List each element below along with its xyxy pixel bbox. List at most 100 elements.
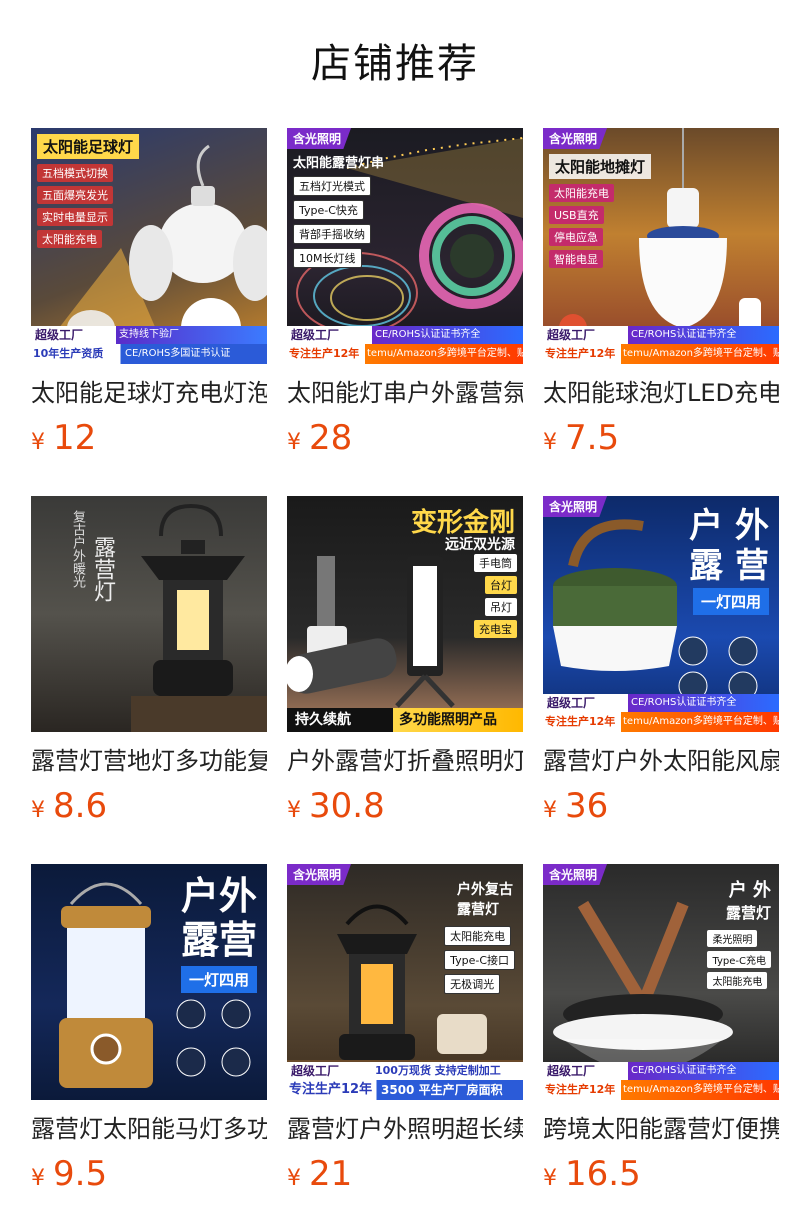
badge-bottom: 专注生产12年 3500 平生产厂房面积: [287, 1080, 523, 1100]
banner-top: 100万现货 支持定制加工: [375, 1064, 501, 1077]
feature-chip: Type-C充电: [707, 951, 771, 968]
badge-left: 超级工厂: [547, 328, 596, 342]
bottom-right: temu/Amazon多跨境平台定制、贴标: [623, 1084, 779, 1095]
price-value: 8.6: [53, 786, 108, 826]
headline-line: 露营灯: [457, 902, 499, 918]
product-price: ¥7.5: [543, 418, 779, 458]
product-card[interactable]: 复古户外暖光 露营灯 露营灯营地灯多功能复古马灯 ¥8.6: [31, 496, 267, 826]
feature-chip: 无极调光: [444, 974, 501, 994]
product-price: ¥16.5: [543, 1154, 779, 1194]
thumb-subtitle: 复古户外暖光: [70, 510, 85, 588]
badge-row: 超级工厂 CE/ROHS认证证书齐全: [543, 694, 779, 712]
badge-bottom: 专注生产12年 temu/Amazon多跨境平台定制、贴标: [543, 1080, 779, 1100]
bottom-right: CE/ROHS多国证书认证: [125, 348, 231, 359]
badge-row: 超级工厂 CE/ROHS认证证书齐全: [543, 1062, 779, 1080]
product-image[interactable]: 含光照明 户 外 露 营 一灯四用 超级工厂 CE/ROHS认证证书齐全 专注生…: [543, 496, 779, 732]
feature-chip: 背部手摇收纳: [293, 224, 371, 244]
headline-line: 户 外: [728, 880, 771, 901]
badge-left: 超级工厂: [291, 1064, 340, 1078]
feature-chip: 柔光照明: [707, 930, 758, 947]
feature-chip: 停电应急: [549, 228, 603, 246]
product-name[interactable]: 露营灯营地灯多功能复古马灯: [31, 746, 267, 776]
product-card[interactable]: 变形金刚 远近双光源 手电筒 台灯 吊灯 充电宝 持久续航 多功能照明产品 户外…: [287, 496, 523, 826]
thumb-headline: 太阳能露营灯串: [293, 156, 385, 171]
badge-bottom: 专注生产12年 temu/Amazon多跨境平台定制、贴标: [543, 344, 779, 364]
feature-chip: 太阳能充电: [707, 972, 768, 989]
badge-right: 支持线下验厂: [119, 329, 179, 340]
badge-left: 超级工厂: [547, 1064, 596, 1078]
headline-line: 户外: [180, 874, 257, 918]
currency-symbol: ¥: [287, 430, 301, 455]
product-name[interactable]: 露营灯太阳能马灯多功能手提: [31, 1114, 267, 1144]
bottom-right: temu/Amazon多跨境平台定制、贴标: [623, 348, 779, 359]
feature-chip: 手电筒: [474, 554, 517, 572]
product-card[interactable]: 太阳能足球灯 五档模式切换 五面爆亮发光 实时电量显示 太阳能充电 超级工厂 支…: [31, 128, 267, 458]
product-image[interactable]: 含光照明 太阳能露营灯串 五档灯光模式 Type-C快充 背部手摇收纳 10M长…: [287, 128, 523, 364]
bottom-right: temu/Amazon多跨境平台定制、贴标: [623, 716, 779, 727]
price-value: 7.5: [565, 418, 620, 458]
thumb-headline: 户外 露营: [181, 874, 257, 962]
product-price: ¥8.6: [31, 786, 267, 826]
badge-row: 超级工厂 支持线下验厂: [31, 326, 267, 344]
feature-chip: 10M长灯线: [293, 248, 362, 268]
feature-badge: 一灯四用: [180, 966, 257, 993]
product-card[interactable]: 含光照明 太阳能露营灯串 五档灯光模式 Type-C快充 背部手摇收纳 10M长…: [287, 128, 523, 458]
headline-line: 户外复古: [457, 882, 513, 898]
feature-chips: 手电筒 台灯 吊灯 充电宝: [474, 554, 517, 642]
product-name[interactable]: 跨境太阳能露营灯便携挂灯: [543, 1114, 779, 1144]
bottom-left: 专注生产12年: [289, 347, 360, 360]
thumb-headline: 户 外 露 营: [689, 506, 769, 586]
feature-chips: 太阳能充电 Type-C接口 无极调光: [444, 926, 515, 998]
product-name[interactable]: 太阳能球泡灯LED充电夜市灯: [543, 378, 779, 408]
price-value: 16.5: [565, 1154, 641, 1194]
product-card[interactable]: 含光照明 太阳能地摊灯 太阳能充电 USB直充 停电应急 智能电显 超级工厂 C…: [543, 128, 779, 458]
feature-chip: Type-C接口: [444, 950, 515, 970]
product-price: ¥21: [287, 1154, 523, 1194]
thumb-headline: 太阳能地摊灯: [549, 154, 652, 179]
bottom-right: temu/Amazon多跨境平台定制、贴标: [367, 348, 523, 359]
page-title: 店铺推荐: [311, 41, 479, 87]
product-card[interactable]: 含光照明 户 外 露营灯 柔光照明 Type-C充电 太阳能充电 超级工厂 CE…: [543, 864, 779, 1194]
product-name[interactable]: 太阳能足球灯充电灯泡户外露营: [31, 378, 267, 408]
bottom-left: 专注生产12年: [545, 1083, 616, 1096]
product-name[interactable]: 户外露营灯折叠照明灯手电筒: [287, 746, 523, 776]
product-name[interactable]: 露营灯户外照明超长续航复古: [287, 1114, 523, 1144]
product-image[interactable]: 户外 露营 一灯四用: [31, 864, 267, 1100]
thumb-subheadline: 远近双光源: [445, 537, 515, 553]
badge-row: 超级工厂 CE/ROHS认证证书齐全: [287, 326, 523, 344]
product-price: ¥12: [31, 418, 267, 458]
badge-right: CE/ROHS认证证书齐全: [375, 329, 481, 340]
brand-tag: 含光照明: [543, 496, 608, 517]
badge-right: CE/ROHS认证证书齐全: [631, 329, 737, 340]
feature-chip: Type-C快充: [293, 200, 364, 220]
currency-symbol: ¥: [31, 798, 45, 823]
product-price: ¥36: [543, 786, 779, 826]
feature-chip: 智能电显: [549, 250, 603, 268]
bottom-right: 3500 平生产厂房面积: [381, 1083, 503, 1097]
product-card[interactable]: 户外 露营 一灯四用 露营灯太阳能马灯多功能手提 ¥9.5: [31, 864, 267, 1194]
product-image[interactable]: 含光照明 太阳能地摊灯 太阳能充电 USB直充 停电应急 智能电显 超级工厂 C…: [543, 128, 779, 364]
footer-right: 多功能照明产品: [399, 712, 497, 728]
price-value: 30.8: [309, 786, 385, 826]
product-price: ¥9.5: [31, 1154, 267, 1194]
currency-symbol: ¥: [543, 1166, 557, 1191]
product-card[interactable]: 含光照明 户 外 露 营 一灯四用 超级工厂 CE/ROHS认证证书齐全 专注生…: [543, 496, 779, 826]
footer-left: 持久续航: [295, 712, 351, 728]
product-image[interactable]: 含光照明 户外复古 露营灯 太阳能充电 Type-C接口 无极调光 超级工厂 1…: [287, 864, 523, 1100]
product-name[interactable]: 露营灯户外太阳能风扇灯多用: [543, 746, 779, 776]
feature-chip: 太阳能充电: [444, 926, 512, 946]
product-price: ¥30.8: [287, 786, 523, 826]
product-image[interactable]: 含光照明 户 外 露营灯 柔光照明 Type-C充电 太阳能充电 超级工厂 CE…: [543, 864, 779, 1100]
badge-right: CE/ROHS认证证书齐全: [631, 1065, 737, 1076]
product-card[interactable]: 含光照明 户外复古 露营灯 太阳能充电 Type-C接口 无极调光 超级工厂 1…: [287, 864, 523, 1194]
product-image[interactable]: 变形金刚 远近双光源 手电筒 台灯 吊灯 充电宝 持久续航 多功能照明产品: [287, 496, 523, 732]
thumb-headline: 露营灯: [90, 536, 115, 602]
feature-chip: 五档模式切换: [37, 164, 113, 182]
badge-left: 超级工厂: [547, 696, 596, 710]
feature-chip: 台灯: [485, 576, 517, 594]
product-image[interactable]: 太阳能足球灯 五档模式切换 五面爆亮发光 实时电量显示 太阳能充电 超级工厂 支…: [31, 128, 267, 364]
product-name[interactable]: 太阳能灯串户外露营氛围灯: [287, 378, 523, 408]
brand-tag: 含光照明: [543, 128, 608, 149]
product-image[interactable]: 复古户外暖光 露营灯: [31, 496, 267, 732]
bottom-left: 专注生产12年: [289, 1082, 373, 1097]
